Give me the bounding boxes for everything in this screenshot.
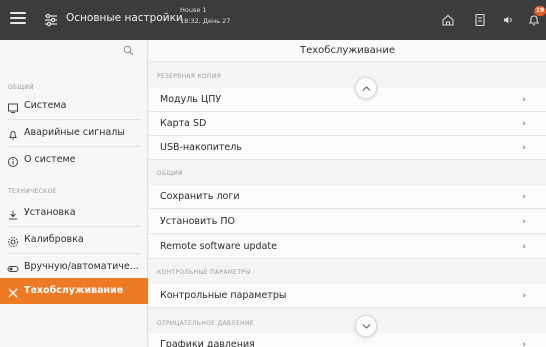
row-label: Карта SD: [160, 118, 207, 129]
row-label: Модуль ЦПУ: [160, 94, 222, 105]
sidebar-item-installation[interactable]: Установка: [0, 200, 148, 226]
sidebar-section-technical: ТЕХНИЧЕСКОЕ: [8, 188, 57, 195]
top-bar: Основные настройки House 1 18:32, День 2…: [0, 0, 546, 40]
section-label-general: ОБЩИЙ: [157, 170, 183, 177]
section-label-backup: РЕЗЕРВНАЯ КОПИЯ: [157, 73, 222, 80]
settings-sliders-icon: [44, 12, 58, 28]
sidebar: ОБЩИЙ Система Аварийные сигналы О систем…: [0, 40, 148, 347]
sidebar-search[interactable]: [0, 40, 148, 62]
row-control-params[interactable]: Контрольные параметры ›: [149, 284, 546, 308]
section-label-control-params: КОНТРОЛЬНЫЕ ПАРАМЕТРЫ: [157, 269, 251, 276]
sidebar-item-label: Техобслуживание: [24, 285, 124, 296]
row-cpu-module[interactable]: Модуль ЦПУ ›: [149, 88, 546, 112]
sidebar-item-calibration[interactable]: Калибровка: [0, 227, 148, 253]
sound-icon[interactable]: [500, 12, 516, 28]
house-name: House 1: [180, 6, 207, 14]
calibration-icon: [7, 233, 19, 247]
install-icon: [7, 206, 19, 219]
chevron-right-icon: ›: [522, 291, 526, 301]
sidebar-item-label: Вручную/автоматиче...: [24, 261, 139, 272]
search-icon[interactable]: [123, 45, 134, 56]
sidebar-item-alarms[interactable]: Аварийные сигналы: [0, 120, 148, 146]
sidebar-section-general: ОБЩИЙ: [8, 84, 34, 91]
row-sd-card[interactable]: Карта SD ›: [149, 112, 546, 136]
sidebar-item-manual-auto[interactable]: Вручную/автоматиче...: [0, 254, 148, 280]
sidebar-item-label: О системе: [24, 154, 76, 165]
row-usb-drive[interactable]: USB-накопитель ›: [149, 136, 546, 160]
panel-title: Техобслуживание: [149, 40, 546, 62]
menu-icon[interactable]: [10, 12, 26, 28]
sidebar-item-label: Установка: [24, 207, 76, 218]
row-label: USB-накопитель: [160, 142, 242, 153]
chevron-right-icon: ›: [522, 192, 526, 202]
sidebar-item-label: Калибровка: [24, 234, 84, 245]
tools-icon: [7, 284, 19, 297]
row-pressure-charts[interactable]: Графики давления ›: [149, 333, 546, 347]
notification-badge: 19: [534, 6, 546, 16]
sidebar-item-label: Аварийные сигналы: [24, 127, 125, 138]
main-panel: Техобслуживание РЕЗЕРВНАЯ КОПИЯ Модуль Ц…: [149, 40, 546, 347]
document-icon[interactable]: [472, 12, 488, 28]
row-label: Графики давления: [160, 339, 255, 347]
page-title: Основные настройки: [66, 12, 183, 24]
chevron-right-icon: ›: [522, 95, 526, 105]
row-label: Remote software update: [160, 241, 277, 252]
chevron-right-icon: ›: [522, 119, 526, 129]
chevron-right-icon: ›: [522, 242, 526, 252]
row-install-software[interactable]: Установить ПО ›: [149, 210, 546, 234]
notifications-icon[interactable]: 19: [526, 6, 546, 28]
scroll-up-button[interactable]: [355, 77, 377, 99]
chevron-right-icon: ›: [522, 143, 526, 153]
toggle-icon: [7, 260, 19, 272]
row-label: Контрольные параметры: [160, 290, 287, 301]
home-icon[interactable]: [440, 12, 456, 28]
sidebar-item-label: Система: [24, 100, 67, 111]
bell-icon: [7, 126, 19, 140]
row-save-logs[interactable]: Сохранить логи ›: [149, 185, 546, 209]
row-label: Сохранить логи: [160, 191, 240, 202]
section-label-negative-pressure: ОТРИЦАТЕЛЬНОЕ ДАВЛЕНИЕ: [157, 320, 254, 327]
row-label: Установить ПО: [160, 216, 235, 227]
chevron-right-icon: ›: [522, 340, 526, 347]
sidebar-item-system[interactable]: Система: [0, 93, 148, 119]
house-time: 18:32, День 27: [180, 17, 231, 25]
chevron-up-icon: [362, 86, 371, 91]
chevron-down-icon: [362, 324, 371, 329]
sidebar-item-maintenance[interactable]: Техобслуживание: [0, 278, 148, 304]
chevron-right-icon: ›: [522, 217, 526, 227]
row-remote-software-update[interactable]: Remote software update ›: [149, 235, 546, 259]
house-info[interactable]: House 1 18:32, День 27: [180, 5, 230, 27]
scroll-down-button[interactable]: [355, 315, 377, 337]
info-icon: [7, 153, 19, 167]
sidebar-item-about[interactable]: О системе: [0, 147, 148, 173]
system-icon: [7, 99, 19, 113]
